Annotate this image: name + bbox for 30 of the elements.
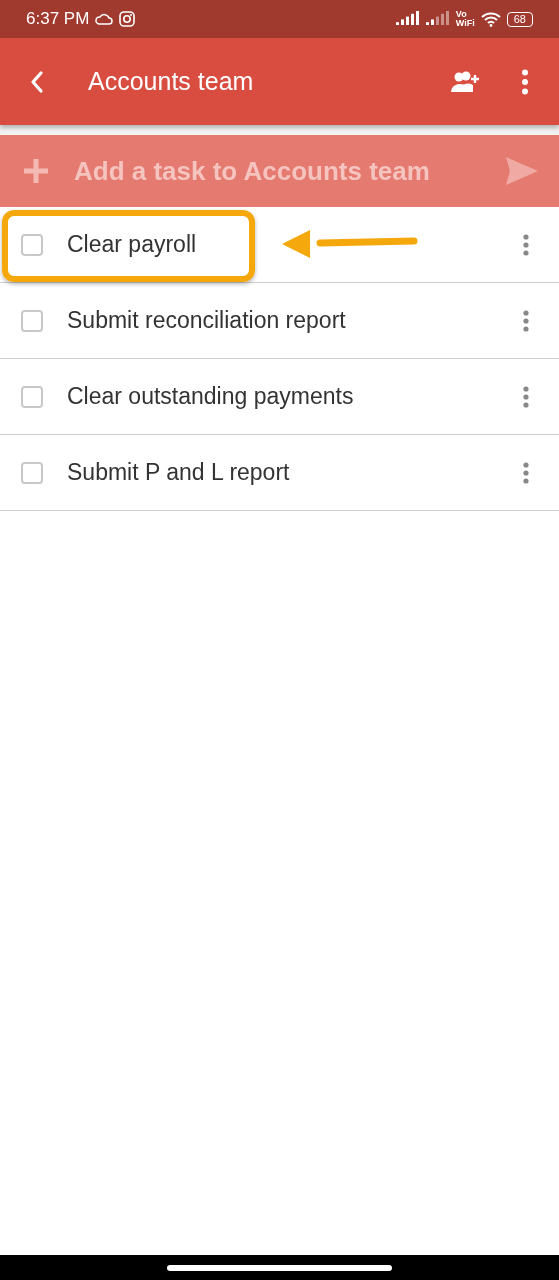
home-indicator[interactable] [167,1264,392,1271]
task-checkbox[interactable] [21,461,43,484]
task-checkbox[interactable] [21,309,43,332]
task-title: Clear outstanding payments [67,383,355,410]
cloud-icon [95,13,114,25]
task-row[interactable]: Submit reconciliation report [0,283,559,359]
more-options-icon[interactable] [523,233,529,256]
signal-icon [425,11,450,27]
more-options-button[interactable] [521,68,529,95]
add-task-field[interactable]: Add a task to Accounts team [0,135,559,207]
more-options-icon[interactable] [523,309,529,332]
task-checkbox[interactable] [21,385,43,408]
task-title: Clear payroll [67,231,198,258]
status-time: 6:37 PM [26,9,90,29]
wifi-icon [480,11,501,27]
task-title: Submit P and L report [67,459,291,486]
signal-icon [395,11,420,27]
more-options-icon[interactable] [523,461,529,484]
task-row[interactable]: Submit P and L report [0,435,559,511]
vowifi-label: Vo WiFi [455,10,475,28]
task-row[interactable]: Clear outstanding payments [0,359,559,435]
task-checkbox[interactable] [21,233,43,256]
camera-icon [119,11,136,27]
task-title: Submit reconciliation report [67,307,347,334]
back-button[interactable] [30,69,44,94]
screen-title: Accounts team [88,67,255,96]
add-member-button[interactable] [449,69,481,94]
battery-indicator: 68 [506,11,533,27]
task-row[interactable]: Clear payroll [0,207,559,283]
more-options-icon[interactable] [523,385,529,408]
